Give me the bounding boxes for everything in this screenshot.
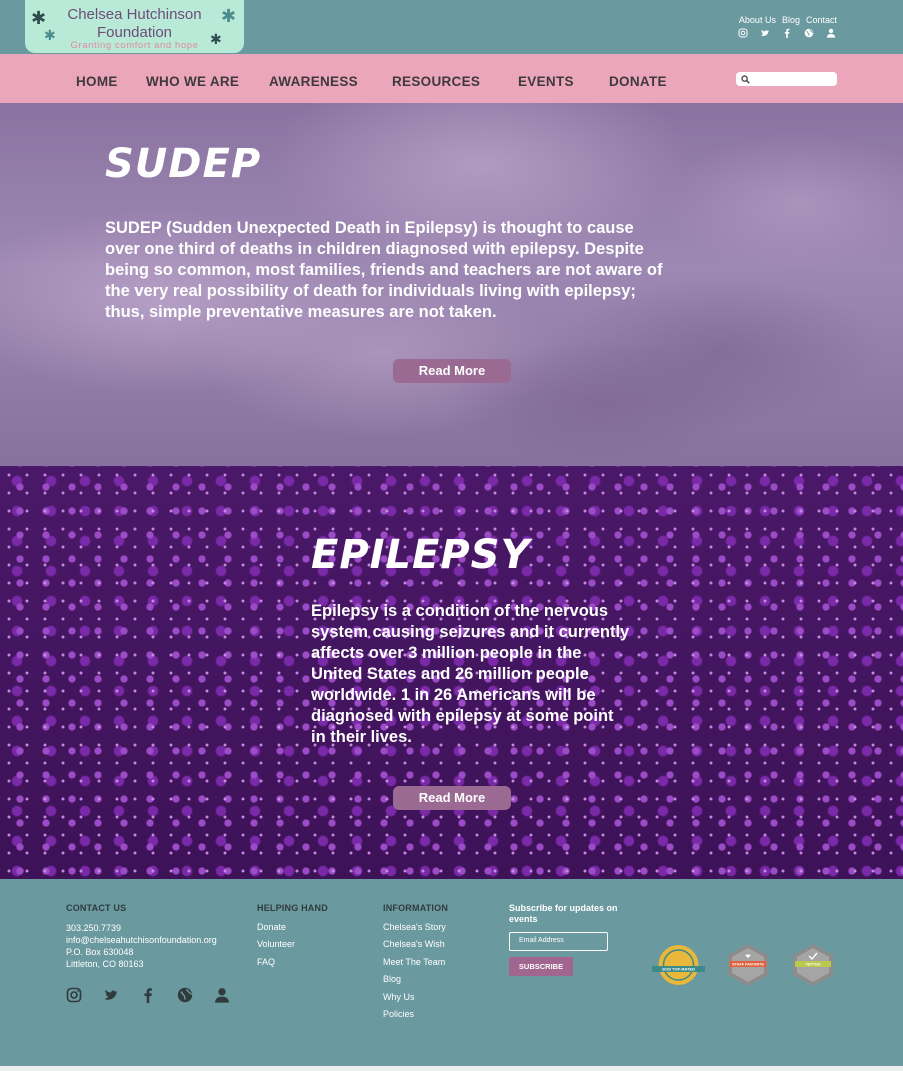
top-bar: ✱ ✱ ✱ ✱ Chelsea Hutchinson Foundation Gr…	[0, 0, 903, 54]
nav-awareness[interactable]: AWARENESS	[269, 74, 358, 89]
top-links: About Us Blog Contact	[739, 15, 837, 25]
nav-who-we-are[interactable]: WHO WE ARE	[146, 74, 239, 89]
footer-faq-link[interactable]: FAQ	[257, 957, 328, 974]
footer-information-heading: INFORMATION	[383, 903, 449, 913]
footer-email[interactable]: info@chelseahutchisonfoundation.org	[66, 934, 217, 946]
subscribe-button[interactable]: SUBSCRIBE	[509, 957, 573, 976]
footer-meet-team-link[interactable]: Meet The Team	[383, 957, 448, 974]
foundation-logo[interactable]: ✱ ✱ ✱ ✱ Chelsea Hutchinson Foundation Gr…	[25, 0, 244, 53]
sudep-description: SUDEP (Sudden Unexpected Death in Epilep…	[105, 219, 663, 321]
footer-subscribe: Subscribe for updates on events	[509, 903, 619, 925]
facebook-icon[interactable]	[782, 28, 792, 38]
footer-blog-link[interactable]: Blog	[383, 974, 448, 991]
top-rated-badge[interactable]: 2020 TOP-RATED	[650, 943, 707, 987]
globe-icon[interactable]	[177, 987, 193, 1003]
blog-link[interactable]: Blog	[782, 15, 800, 25]
instagram-icon[interactable]	[66, 987, 82, 1003]
contact-link[interactable]: Contact	[806, 15, 837, 25]
epilepsy-title: EPILEPSY	[311, 532, 531, 578]
badge-vetted-label: VETTED	[806, 963, 821, 967]
badge-staff-favorite-label: STAFF FAVORITE	[732, 963, 764, 967]
badge-top-rated-label: 2020 TOP-RATED	[662, 967, 695, 972]
staff-favorite-badge[interactable]: STAFF FAVORITE	[725, 943, 771, 987]
footer-information: INFORMATION Chelsea's Story Chelsea's Wi…	[383, 903, 448, 1026]
top-social-icons	[738, 28, 836, 38]
footer-address-line2: Littleton, CO 80163	[66, 959, 144, 969]
globe-icon[interactable]	[804, 28, 814, 38]
footer-why-us-link[interactable]: Why Us	[383, 992, 448, 1009]
email-field[interactable]: Email Address	[509, 932, 608, 951]
logo-tagline: Granting comfort and hope	[70, 40, 199, 51]
sudep-section: SUDEP SUDEP (Sudden Unexpected Death in …	[0, 103, 903, 466]
instagram-icon[interactable]	[738, 28, 748, 38]
twitter-icon[interactable]	[103, 987, 119, 1003]
footer-helping-heading: HELPING HAND	[257, 903, 328, 913]
sudep-read-more-button[interactable]: Read More	[393, 359, 511, 383]
search-input[interactable]	[753, 73, 835, 85]
about-us-link[interactable]: About Us	[739, 15, 776, 25]
epilepsy-description: Epilepsy is a condition of the nervous s…	[311, 602, 630, 746]
footer-chelseas-story-link[interactable]: Chelsea's Story	[383, 922, 448, 939]
main-nav: HOME WHO WE ARE AWARENESS RESOURCES EVEN…	[0, 54, 903, 103]
logo-name-line1: Chelsea Hutchinson	[67, 6, 202, 23]
search-icon	[741, 75, 750, 84]
subscribe-heading: Subscribe for updates on events	[509, 903, 618, 924]
nav-donate[interactable]: DONATE	[609, 74, 667, 89]
footer-contact: CONTACT US 303.250.7739 info@chelseahutc…	[66, 903, 217, 970]
footer-phone[interactable]: 303.250.7739	[66, 922, 217, 934]
twitter-icon[interactable]	[760, 28, 770, 38]
bottom-strip	[0, 1066, 903, 1071]
footer-chelseas-wish-link[interactable]: Chelsea's Wish	[383, 939, 448, 956]
epilepsy-read-more-button[interactable]: Read More	[393, 786, 511, 810]
footer-volunteer-link[interactable]: Volunteer	[257, 939, 328, 956]
nav-home[interactable]: HOME	[76, 74, 118, 89]
email-placeholder: Email Address	[519, 937, 564, 944]
footer-policies-link[interactable]: Policies	[383, 1009, 448, 1026]
vetted-badge[interactable]: VETTED	[790, 943, 836, 987]
site-footer: CONTACT US 303.250.7739 info@chelseahutc…	[0, 879, 903, 1066]
footer-social-icons	[66, 987, 230, 1003]
footer-donate-link[interactable]: Donate	[257, 922, 328, 939]
search-box[interactable]	[736, 72, 837, 86]
logo-name-line2: Foundation	[96, 24, 173, 41]
sudep-title: SUDEP	[105, 141, 262, 187]
user-icon[interactable]	[214, 987, 230, 1003]
footer-helping-hand: HELPING HAND Donate Volunteer FAQ	[257, 903, 328, 974]
facebook-icon[interactable]	[140, 987, 156, 1003]
nav-resources[interactable]: RESOURCES	[392, 74, 480, 89]
epilepsy-section: EPILEPSY Epilepsy is a condition of the …	[0, 466, 903, 879]
footer-contact-heading: CONTACT US	[66, 903, 127, 913]
nav-events[interactable]: EVENTS	[518, 74, 574, 89]
user-icon[interactable]	[826, 28, 836, 38]
footer-address-line1: P.O. Box 630048	[66, 947, 134, 957]
